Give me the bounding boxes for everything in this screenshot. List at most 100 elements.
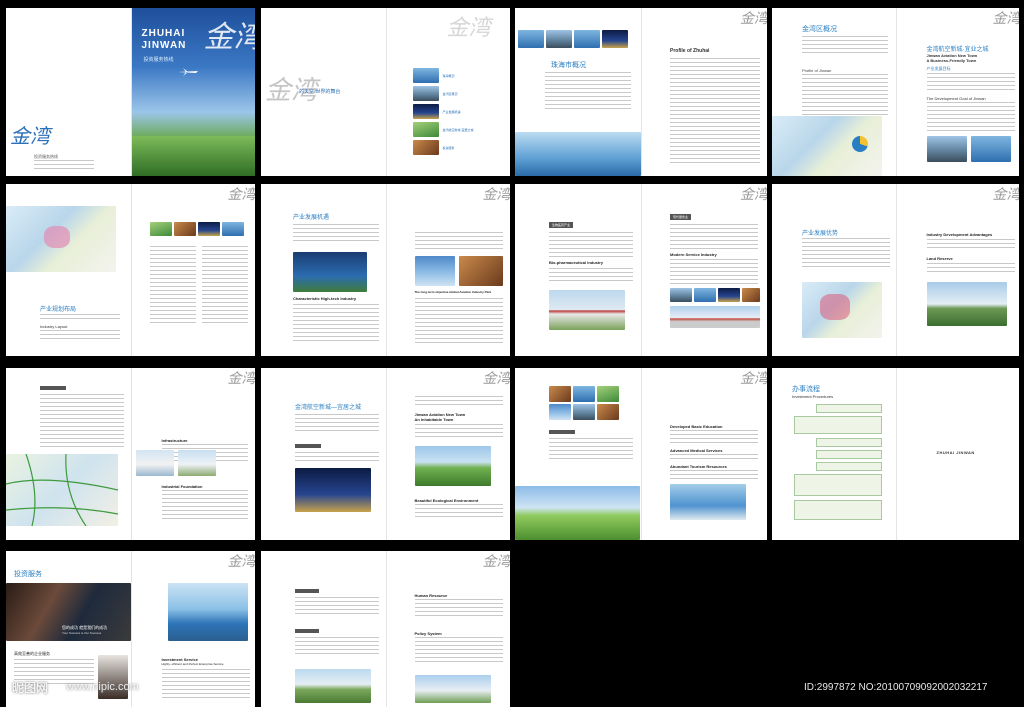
jinwan-sec1-text bbox=[926, 73, 1015, 93]
jinwan-sec1-en-text bbox=[926, 102, 1015, 134]
layout-heading-en: Industry Layout bbox=[40, 324, 68, 329]
spread-inhabitable-town: 金湾航空新城—宜居之城 金湾 Jinwan Aviation New Town … bbox=[261, 368, 510, 540]
edu-sec1-en: Developed Basic Education bbox=[670, 424, 723, 429]
toc-item-5[interactable]: 投资服务 bbox=[443, 146, 455, 150]
edu-photo-2 bbox=[573, 386, 595, 402]
edu-photo-6 bbox=[597, 404, 619, 420]
infra-sec1-en: Infrastructure bbox=[161, 438, 188, 443]
spread-development-advantages: 产业发展优势 金湾 Industry Development Advantage… bbox=[772, 184, 1019, 356]
town-left-page: 金湾航空新城—宜居之城 bbox=[261, 368, 386, 540]
town-tag bbox=[295, 444, 321, 448]
zhuhai-heading-en: Profile of Zhuhai bbox=[670, 48, 710, 54]
hr-tag-1 bbox=[295, 589, 319, 593]
jinwan-title-cn: 金湾航空新城·宜业之城 bbox=[926, 47, 989, 53]
zhuhai-en-text bbox=[670, 58, 760, 166]
infra-tag bbox=[40, 386, 66, 390]
town-heading-cn: 金湾航空新城—宜居之城 bbox=[295, 405, 362, 411]
zhuhai-photo-3 bbox=[574, 30, 600, 48]
edu-sec2-text bbox=[670, 454, 758, 462]
zhuhai-heading-cn: 珠海市概况 bbox=[551, 62, 586, 69]
proc-step-6 bbox=[794, 474, 882, 496]
hr-sec1-en: Human Resource bbox=[414, 593, 448, 598]
edu-right-page: 金湾 Developed Basic Education Advanced Me… bbox=[641, 368, 767, 540]
edu-sec2-en: Advanced Medical Services bbox=[670, 448, 723, 453]
opp-left-title-en: Characteristic High-tech Industry bbox=[293, 296, 357, 301]
edu-golf-photo bbox=[515, 486, 640, 540]
spread-industry-opportunities: 产业发展机遇 Characteristic High-tech Industry… bbox=[261, 184, 510, 356]
service-tag: 现代服务业 bbox=[670, 214, 692, 220]
layout-heading-cn: 产业规划布局 bbox=[40, 307, 77, 313]
hr-park-photo bbox=[295, 669, 371, 703]
service2-right-page: 金湾 Investment Service Highly- efficient … bbox=[130, 551, 255, 707]
cover-back-page: 金湾 投资服务热线 bbox=[6, 8, 131, 176]
toc-item-2[interactable]: 金湾区概况 bbox=[443, 92, 458, 96]
town-cn-text-2 bbox=[295, 452, 379, 464]
opp-aviation-photo bbox=[414, 256, 455, 286]
town-en-text bbox=[414, 424, 503, 440]
edu-cn-text bbox=[549, 438, 633, 462]
cover-title-en-2: JINWAN bbox=[141, 40, 187, 51]
header-calligraphy: 金湾 bbox=[740, 11, 767, 27]
proc-brand: ZHUHAI JINWAN bbox=[936, 450, 975, 455]
header-calligraphy: 金湾 bbox=[992, 187, 1020, 203]
zhuhai-left-page: 珠海市概况 bbox=[515, 8, 641, 176]
spread-industry-layout: 产业规划布局 Industry Layout 金湾 bbox=[6, 184, 255, 356]
infra-photo-2 bbox=[135, 450, 174, 476]
zhuhai-photo-4 bbox=[602, 30, 628, 48]
toc-item-1[interactable]: 珠海概况 bbox=[443, 74, 455, 78]
zhuhai-photo-1 bbox=[518, 30, 544, 48]
service2-sec-cn: 高效至善的企业服务 bbox=[14, 651, 50, 656]
bio-tag: 生物医药产业 bbox=[549, 222, 574, 228]
spread-jinwan-profile: 金湾区概况 Profile of Jinwan 金湾 金湾航空新城·宜业之城 J… bbox=[772, 8, 1019, 176]
header-calligraphy: 金湾 bbox=[992, 11, 1020, 27]
service-cn-text bbox=[670, 224, 758, 252]
service-photo-4 bbox=[742, 288, 760, 302]
proc-heading-cn: 办事流程 bbox=[792, 386, 820, 393]
toc-thumb-2 bbox=[412, 86, 439, 101]
infra-photo-3 bbox=[177, 450, 216, 476]
header-calligraphy: 金湾 bbox=[227, 187, 256, 203]
bio-left-page: 生物医药产业 Bio-pharmaceutical Industry bbox=[515, 184, 641, 356]
edu-left-page bbox=[515, 368, 641, 540]
spread-infrastructure: 金湾 Infrastructure Industrial Foundation bbox=[6, 368, 255, 540]
hr-sec1-text bbox=[414, 599, 503, 619]
opp-en-text bbox=[293, 304, 379, 344]
layout-list-2 bbox=[201, 246, 248, 326]
service2-heading-cn: 投资服务 bbox=[14, 571, 42, 578]
header-calligraphy: 金湾 bbox=[227, 371, 256, 387]
bio-title-en: Bio-pharmaceutical Industry bbox=[549, 260, 604, 265]
opp-right-en-text bbox=[414, 298, 503, 346]
infra-cn-text bbox=[40, 394, 124, 450]
opp-left-page: 产业发展机遇 Characteristic High-tech Industry bbox=[261, 184, 386, 356]
hr-left-page bbox=[261, 551, 386, 707]
opp-right-title-en: The long-term objective-Global Aviation … bbox=[414, 290, 492, 294]
spread-zhuhai-profile: 珠海市概况 金湾 Profile of Zhuhai bbox=[515, 8, 767, 176]
layout-map-zone bbox=[44, 226, 70, 248]
toc-item-3[interactable]: 产业发展机遇 bbox=[443, 110, 461, 114]
town-cn-text bbox=[295, 414, 379, 434]
service-en-text bbox=[670, 259, 758, 287]
town-sec-text bbox=[414, 504, 503, 520]
edu-photo-5 bbox=[573, 404, 595, 420]
proc-heading-en: Investment Procedures bbox=[792, 394, 834, 399]
opp-conference-photo bbox=[293, 252, 367, 292]
adv-map-zone bbox=[820, 294, 850, 320]
layout-right-page: 金湾 bbox=[130, 184, 256, 356]
zhuhai-cn-text bbox=[545, 72, 631, 112]
jinwan-photo-2 bbox=[970, 136, 1011, 162]
header-calligraphy: 金湾 bbox=[740, 187, 767, 203]
adv-heading-cn: 产业发展优势 bbox=[802, 231, 839, 237]
edu-tag bbox=[549, 430, 575, 434]
layout-cn-text bbox=[40, 314, 120, 322]
infra-right-page: 金湾 Infrastructure Industrial Foundation bbox=[130, 368, 256, 540]
jinwan-cn-text bbox=[802, 36, 888, 56]
toc-item-4[interactable]: 金湾航空新城·宜居之城 bbox=[443, 128, 474, 132]
adv-right-page: 金湾 Industry Development Advantages Land … bbox=[895, 184, 1020, 356]
proc-step-7 bbox=[794, 500, 882, 520]
service-title-en: Modern Service Industry bbox=[670, 252, 717, 257]
layout-photo-2 bbox=[173, 222, 196, 236]
service2-en-text bbox=[161, 669, 250, 701]
airplane-icon bbox=[177, 68, 198, 76]
adv-cn-text bbox=[802, 238, 890, 270]
town-night-photo bbox=[295, 468, 371, 512]
